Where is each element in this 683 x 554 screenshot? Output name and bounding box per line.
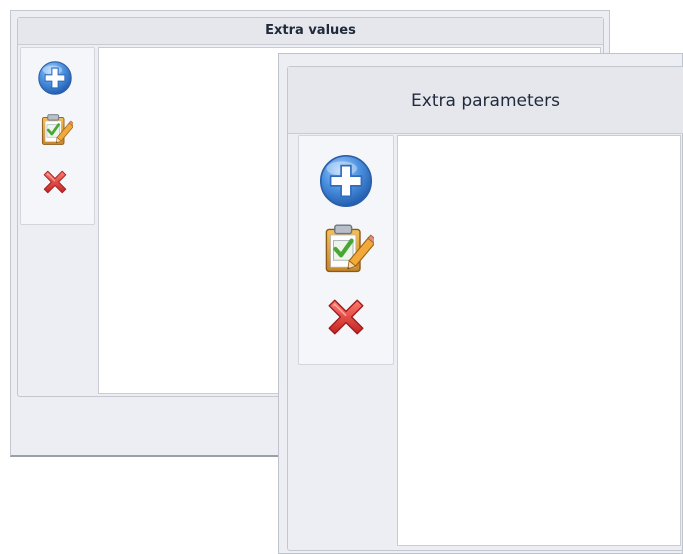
- edit-parameter-button[interactable]: [315, 218, 377, 280]
- delete-parameter-button[interactable]: [315, 286, 377, 348]
- add-parameter-button[interactable]: [315, 150, 377, 212]
- delete-value-button[interactable]: [35, 162, 75, 202]
- extra-parameters-list[interactable]: [397, 135, 681, 546]
- extra-parameters-panel: Extra parameters: [278, 53, 683, 554]
- extra-values-toolbar: [20, 47, 95, 225]
- extra-parameters-title: Extra parameters: [288, 67, 683, 134]
- clipboard-edit-icon: [318, 221, 374, 277]
- clipboard-edit-icon: [37, 112, 73, 148]
- add-circle-icon: [318, 153, 374, 209]
- extra-values-title: Extra values: [18, 18, 603, 45]
- add-value-button[interactable]: [35, 58, 75, 98]
- extra-parameters-frame: Extra parameters: [287, 66, 683, 551]
- extra-parameters-toolbar: [298, 135, 394, 365]
- delete-x-icon: [318, 289, 374, 345]
- delete-x-icon: [37, 164, 73, 200]
- edit-value-button[interactable]: [35, 110, 75, 150]
- add-circle-icon: [37, 60, 73, 96]
